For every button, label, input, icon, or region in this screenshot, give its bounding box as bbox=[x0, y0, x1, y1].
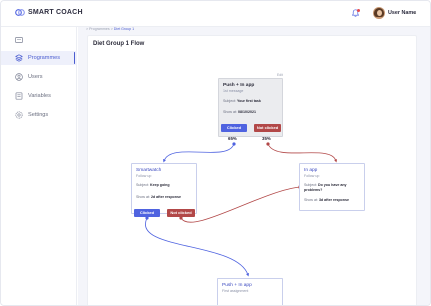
node-subject: Subject: Keep going bbox=[136, 183, 170, 187]
clicked-connector bbox=[163, 143, 235, 163]
node-title: Smartwatch bbox=[136, 168, 162, 173]
clicked-percentage: 65% bbox=[228, 136, 237, 141]
connector-dot bbox=[266, 142, 270, 146]
node-subtitle: 1st message bbox=[223, 89, 244, 93]
node-subject-continued: problems? bbox=[304, 188, 323, 192]
not-clicked-connector bbox=[180, 185, 302, 223]
node-show-at: Show at: 2d after response bbox=[136, 195, 181, 199]
not-clicked-connector bbox=[267, 143, 338, 163]
flow-node-smartwatch[interactable]: Smartwatch Follow up Subject: Keep going… bbox=[131, 163, 197, 214]
not-clicked-button[interactable]: Not clicked bbox=[167, 209, 195, 217]
node-show-at: Show at: 08/10/2021 bbox=[223, 110, 256, 114]
node-title: In app bbox=[304, 168, 318, 173]
node-title: Push + In app bbox=[222, 283, 252, 288]
clicked-button[interactable]: Clicked bbox=[221, 124, 247, 132]
node-subject: Subject: Do you have any bbox=[304, 183, 347, 187]
node-show-at: Show at: 3d after response bbox=[304, 198, 349, 202]
flow-connectors bbox=[144, 142, 338, 277]
app-window: SMART COACH User Name ⌄ Programmes Users… bbox=[0, 0, 431, 306]
flow-node-bottom[interactable]: Push + In app First assignment bbox=[217, 278, 283, 305]
node-title: Push + In app bbox=[223, 83, 255, 88]
connector-dot bbox=[232, 142, 236, 146]
node-subtitle: First assignment bbox=[222, 289, 249, 293]
not-clicked-percentage: 35% bbox=[262, 136, 271, 141]
node-subtitle: Follow up bbox=[136, 174, 152, 178]
edit-link[interactable]: Edit bbox=[277, 73, 283, 77]
clicked-button[interactable]: Clicked bbox=[134, 209, 160, 217]
node-subtitle: Follow up bbox=[304, 174, 320, 178]
clicked-connector bbox=[144, 217, 250, 277]
flow-node-in-app[interactable]: In app Follow up Subject: Do you have an… bbox=[299, 163, 365, 211]
not-clicked-button[interactable]: Not clicked bbox=[254, 124, 281, 132]
node-subject: Subject: Your first task bbox=[223, 99, 261, 103]
